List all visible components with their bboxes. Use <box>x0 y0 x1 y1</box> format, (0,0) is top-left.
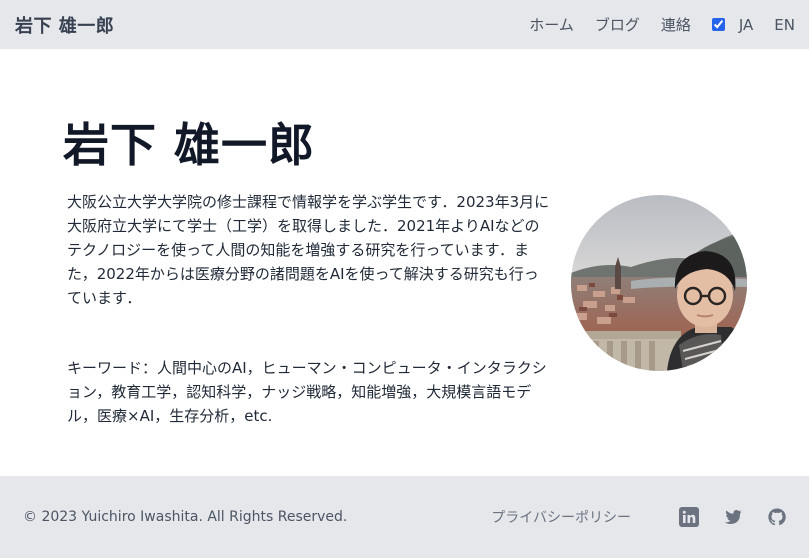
page-title: 岩下 雄一郎 <box>63 118 316 172</box>
nav-blog-link[interactable]: ブログ <box>595 14 640 35</box>
site-footer: © 2023 Yuichiro Iwashita. All Rights Res… <box>0 476 809 558</box>
twitter-icon[interactable] <box>723 507 743 527</box>
main-nav: ホーム ブログ 連絡 JA EN <box>529 14 795 35</box>
keywords-paragraph: キーワード：人間中心のAI，ヒューマン・コンピュータ・インタラクション，教育工学… <box>67 359 547 425</box>
github-icon[interactable] <box>767 507 787 527</box>
nav-home-link[interactable]: ホーム <box>529 14 574 35</box>
main-content: 岩下 雄一郎 大阪公立大学大学院の修士課程で情報学を学ぶ学生です．2023年3月… <box>0 49 809 476</box>
lang-en-link[interactable]: EN <box>774 16 795 34</box>
site-brand-link[interactable]: 岩下 雄一郎 <box>15 12 114 38</box>
copyright-text: © 2023 Yuichiro Iwashita. All Rights Res… <box>23 509 348 525</box>
bio-paragraph: 大阪公立大学大学院の修士課程で情報学を学ぶ学生です．2023年3月に大阪府立大学… <box>67 193 550 307</box>
nav-contact-link[interactable]: 連絡 <box>661 14 691 35</box>
site-header: 岩下 雄一郎 ホーム ブログ 連絡 JA EN <box>0 0 809 49</box>
profile-photo <box>571 195 747 371</box>
lang-ja-link[interactable]: JA <box>739 16 753 34</box>
privacy-policy-link[interactable]: プライバシーポリシー <box>491 507 631 527</box>
language-toggle-checkbox[interactable] <box>711 18 725 31</box>
footer-links: プライバシーポリシー <box>491 507 787 527</box>
linkedin-icon[interactable] <box>679 507 699 527</box>
